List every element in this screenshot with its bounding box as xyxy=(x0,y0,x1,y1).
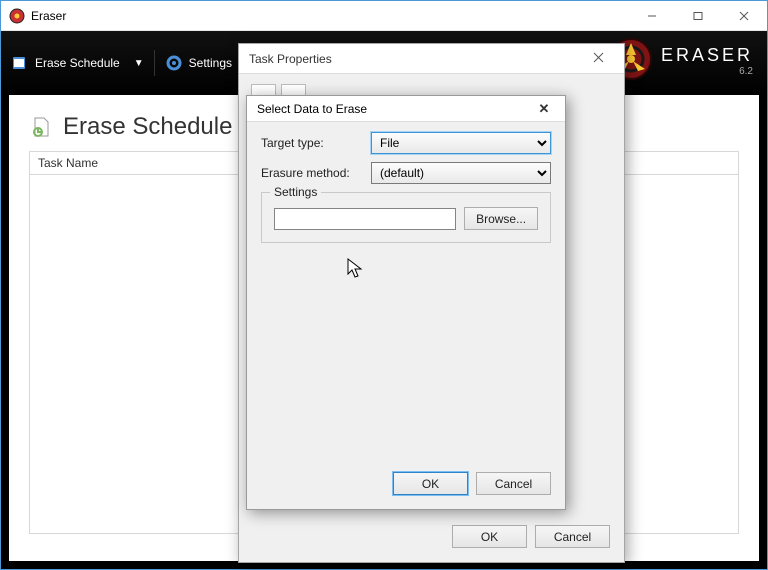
toolbar-separator xyxy=(154,50,155,76)
select-cancel-button[interactable]: Cancel xyxy=(476,472,551,495)
erasure-method-label: Erasure method: xyxy=(261,166,371,180)
task-dialog-titlebar[interactable]: Task Properties xyxy=(239,44,624,74)
select-ok-button[interactable]: OK xyxy=(393,472,468,495)
select-dialog-titlebar[interactable]: Select Data to Erase ✕ xyxy=(247,96,565,122)
task-ok-button[interactable]: OK xyxy=(452,525,527,548)
row-erasure-method: Erasure method: (default) xyxy=(261,162,551,184)
brand-logo: ERASER 6.2 xyxy=(609,37,753,84)
browse-button[interactable]: Browse... xyxy=(464,207,538,230)
settings-row: Browse... xyxy=(274,207,538,230)
target-type-label: Target type: xyxy=(261,136,371,150)
settings-legend: Settings xyxy=(270,185,321,199)
select-dialog-title: Select Data to Erase xyxy=(257,102,529,116)
target-type-combo[interactable]: File xyxy=(371,132,551,154)
path-input[interactable] xyxy=(274,208,456,230)
toolbar-label: Erase Schedule xyxy=(35,56,120,70)
brand-text: ERASER 6.2 xyxy=(661,45,753,77)
row-target-type: Target type: File xyxy=(261,132,551,154)
select-data-dialog: Select Data to Erase ✕ Target type: File… xyxy=(246,95,566,510)
task-dialog-close-icon[interactable] xyxy=(578,52,618,66)
select-dialog-close-icon[interactable]: ✕ xyxy=(529,101,559,117)
schedule-icon xyxy=(11,54,29,72)
toolbar-settings[interactable]: Settings xyxy=(165,54,232,72)
main-titlebar: Eraser xyxy=(1,1,767,31)
close-button[interactable] xyxy=(721,1,767,30)
schedule-dropdown-icon[interactable]: ▼ xyxy=(134,58,144,69)
task-dialog-footer: OK Cancel xyxy=(239,515,624,562)
window-title: Eraser xyxy=(31,9,629,23)
app-icon xyxy=(9,8,25,24)
brand-version: 6.2 xyxy=(661,66,753,77)
settings-fieldset: Settings Browse... xyxy=(261,192,551,243)
task-dialog-title: Task Properties xyxy=(249,52,578,66)
gear-icon xyxy=(165,54,183,72)
toolbar-label: Settings xyxy=(189,56,232,70)
maximize-button[interactable] xyxy=(675,1,721,30)
erasure-method-combo[interactable]: (default) xyxy=(371,162,551,184)
select-dialog-body: Target type: File Erasure method: (defau… xyxy=(247,122,565,472)
select-dialog-footer: OK Cancel xyxy=(247,472,565,509)
task-cancel-button[interactable]: Cancel xyxy=(535,525,610,548)
window-buttons xyxy=(629,1,767,30)
toolbar-erase-schedule[interactable]: Erase Schedule xyxy=(11,54,120,72)
brand-name: ERASER xyxy=(661,45,753,66)
page-icon xyxy=(29,115,53,139)
minimize-button[interactable] xyxy=(629,1,675,30)
column-task-name: Task Name xyxy=(38,156,98,170)
page-heading-text: Erase Schedule xyxy=(63,113,232,141)
